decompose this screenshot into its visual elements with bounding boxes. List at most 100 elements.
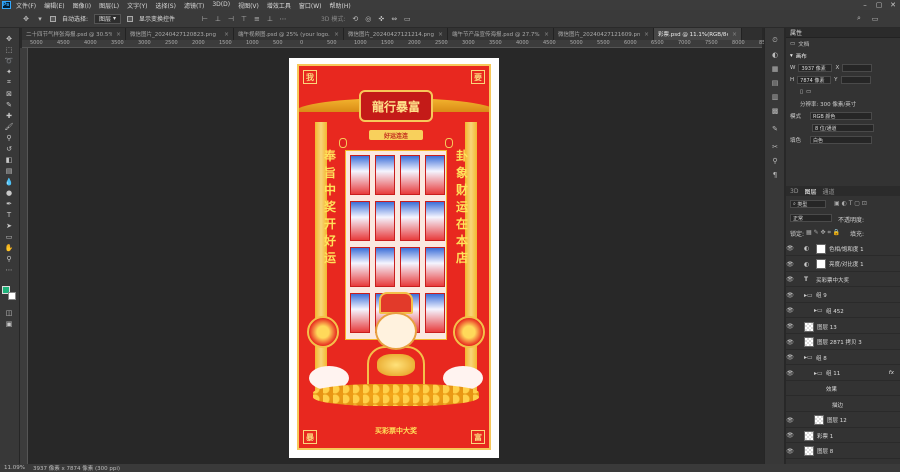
folder-icon[interactable]: ▸▭ [814,370,823,377]
menu-item[interactable]: 编辑(E) [40,1,68,10]
menu-item[interactable]: 选择(S) [151,1,180,10]
document-tab[interactable]: 端午节产品宣传海报.psd @ 27.7%... × [448,28,554,40]
path-select-icon[interactable]: ➤ [3,221,15,230]
align-bottom-icon[interactable]: ⊥ [266,15,274,23]
align-middle-icon[interactable]: ≡ [253,15,261,23]
menu-item[interactable]: 文字(Y) [123,1,151,10]
auto-select-dropdown[interactable]: 图层 ▾ [94,13,121,24]
folder-icon[interactable]: ▸▭ [804,292,813,299]
menu-item[interactable]: 3D(D) [208,1,234,10]
crop-tool-icon[interactable]: ⌗ [3,78,15,87]
layer-filter-dropdown[interactable]: ⌕ 类型 [790,200,826,208]
tab-close-icon[interactable]: × [224,31,229,38]
eraser-tool-icon[interactable]: ◧ [3,155,15,164]
visibility-eye-icon[interactable]: 👁 [786,432,794,439]
close-icon[interactable]: ✕ [886,0,900,10]
dodge-tool-icon[interactable]: ● [3,188,15,197]
magic-wand-icon[interactable]: ✦ [3,67,15,76]
align-center-icon[interactable]: ⊥ [214,15,222,23]
layer-row[interactable]: 👁 图层 8 [786,445,900,459]
tool-presets-icon[interactable]: ✂ [770,142,780,151]
patterns-icon[interactable]: ▩ [770,106,780,115]
layer-row[interactable]: 👁 彩票 1 [786,429,900,444]
maximize-icon[interactable]: ▢ [872,0,886,10]
mode-dropdown[interactable]: RGB 颜色 [810,112,873,120]
menu-item[interactable]: 视图(V) [234,1,263,10]
menu-item[interactable]: 文件(F) [12,1,40,10]
type-tool-icon[interactable]: T [3,210,15,219]
chevron-down-icon[interactable]: ▾ [790,53,793,59]
3d-rotate-icon[interactable]: ⟲ [351,15,359,23]
tab-close-icon[interactable]: × [544,31,549,38]
panel-tab[interactable]: 3D [790,188,798,195]
align-left-icon[interactable]: ⊢ [201,15,209,23]
eyedropper-icon[interactable]: ✎ [3,100,15,109]
menu-item[interactable]: 滤镜(T) [180,1,208,10]
frame-tool-icon[interactable]: ⊠ [3,89,15,98]
align-right-icon[interactable]: ⊣ [227,15,235,23]
x-field[interactable] [842,64,873,72]
layer-row[interactable]: 👁 图层 12 [786,414,900,428]
panel-tab[interactable]: 图层 [804,187,816,196]
menu-item[interactable]: 图像(I) [69,1,95,10]
align-top-icon[interactable]: ⊤ [240,15,248,23]
history-brush-icon[interactable]: ↺ [3,144,15,153]
visibility-eye-icon[interactable]: 👁 [786,245,794,252]
layer-row[interactable]: 效果 [786,382,900,397]
gradients-icon[interactable]: ▥ [770,92,780,101]
folder-icon[interactable]: ▸▭ [804,354,813,361]
visibility-eye-icon[interactable]: 👁 [786,370,794,377]
layer-thumbnail[interactable] [814,415,824,426]
fx-badge[interactable]: fx [889,370,894,376]
portrait-icon[interactable]: ▯ [800,89,803,95]
layer-mask-thumbnail[interactable] [816,259,826,270]
chevron-down-icon[interactable]: ▾ [36,15,44,23]
layer-row[interactable]: 👁 ▸▭ 组 8 [786,351,900,366]
layer-row[interactable]: 👁 图层 13 [786,320,900,334]
layer-mask-thumbnail[interactable] [816,243,826,254]
lock-icons[interactable]: ▦ ✎ ✥ ⌗ 🔒 [806,229,840,237]
document-tab[interactable]: 彩票.psd @ 11.1%(RGB/8#) * × [654,28,742,40]
adjustments-icon[interactable]: ◐ [770,50,780,59]
visibility-eye-icon[interactable]: 👁 [786,339,794,346]
y-field[interactable] [840,76,871,84]
layer-row[interactable]: 👁 T 买彩票中大奖 [786,273,900,288]
menu-item[interactable]: 窗口(W) [295,1,326,10]
layer-row[interactable]: 👁 ▸▭ 组 452 [786,304,900,319]
layer-row[interactable]: 👁 ▸▭ 组 11 fx [786,367,900,381]
visibility-eye-icon[interactable]: 👁 [786,417,794,424]
document-tab[interactable]: 微信图片_20240427120823.png × [126,28,234,40]
tab-close-icon[interactable]: × [116,31,121,38]
brush-tool-icon[interactable]: 🖌 [3,122,15,131]
3d-scale-icon[interactable]: ▭ [403,15,411,23]
minimize-icon[interactable]: – [858,0,872,10]
fill-dropdown[interactable]: 白色 [810,136,873,144]
layer-row[interactable]: 👁 ◐ 亮度/对比度 1 [786,258,900,272]
stamp-tool-icon[interactable]: ⚲ [3,133,15,142]
visibility-eye-icon[interactable]: 👁 [786,448,794,455]
healing-brush-icon[interactable]: ✚ [3,111,15,120]
move-tool-icon[interactable]: ✥ [22,15,30,23]
workspace-icon[interactable]: ▭ [871,15,879,23]
gradient-tool-icon[interactable]: ▤ [3,166,15,175]
landscape-icon[interactable]: ▭ [806,89,811,95]
3d-slide-icon[interactable]: ⇔ [390,15,398,23]
layer-row[interactable]: 👁 ◐ 色相/饱和度 1 [786,242,900,256]
rectangle-tool-icon[interactable]: ▭ [3,232,15,241]
tab-close-icon[interactable]: × [732,31,737,38]
history-icon[interactable]: ⏲ [770,36,780,45]
hand-tool-icon[interactable]: ✋ [3,243,15,252]
height-field[interactable]: 7874 像素 [797,76,832,84]
distribute-icon[interactable]: ⋯ [279,15,287,23]
menu-item[interactable]: 帮助(H) [326,1,355,10]
properties-tab[interactable]: 属性 [790,28,802,37]
visibility-eye-icon[interactable]: 👁 [786,354,794,361]
menu-item[interactable]: 图层(L) [95,1,123,10]
document-tab[interactable]: 微信图片_20240427121609.png × [554,28,654,40]
document-tab[interactable]: 微信图片_20240427121214.png × [344,28,448,40]
lasso-tool-icon[interactable]: ➰ [3,56,15,65]
visibility-eye-icon[interactable]: 👁 [786,307,794,314]
layer-row[interactable]: 描边 [786,398,900,412]
show-transform-checkbox[interactable] [126,15,133,22]
layer-row[interactable]: 👁 图层 2871 拷贝 3 [786,336,900,350]
